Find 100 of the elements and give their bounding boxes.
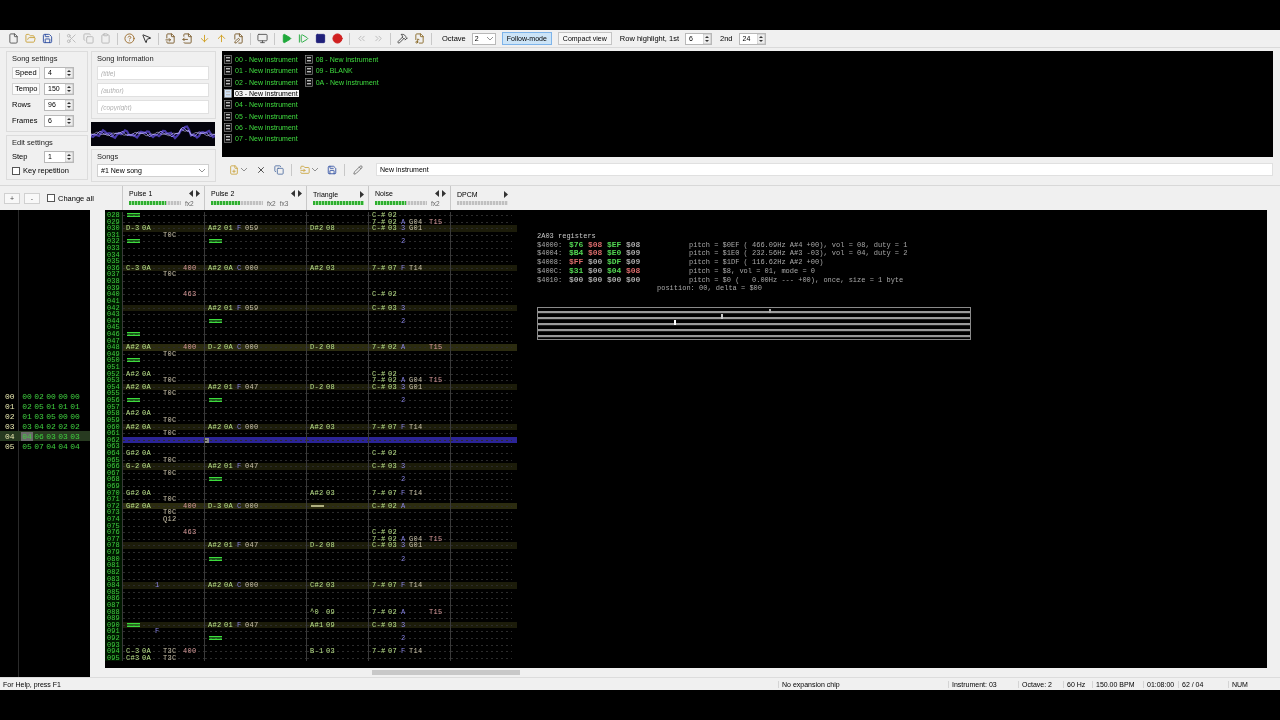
pattern-cell[interactable] [204,416,306,424]
pattern-number[interactable]: 03 [33,411,45,421]
pattern-cell[interactable] [204,615,306,622]
pattern-cell[interactable] [306,231,368,239]
expand-arrows-icon[interactable] [189,189,200,197]
pattern-number[interactable]: 03 [57,431,69,441]
stop-button[interactable] [313,31,328,46]
pattern-cell[interactable] [368,258,450,265]
pattern-cell[interactable] [450,344,512,351]
pattern-number[interactable]: 01 [21,411,33,421]
pattern-cell[interactable] [204,271,306,279]
pattern-cell[interactable] [306,297,368,305]
pattern-cell[interactable] [368,588,450,596]
pattern-cell[interactable] [368,311,450,318]
pattern-cell[interactable] [204,430,306,437]
pattern-cell[interactable] [306,350,368,358]
pattern-cell[interactable] [306,588,368,596]
pattern-cell[interactable] [450,542,512,550]
pattern-number[interactable]: 02 [57,421,69,431]
pattern-cell[interactable] [450,582,512,589]
pattern-cell[interactable] [368,297,450,305]
pattern-cell[interactable] [204,588,306,596]
pattern-number[interactable]: 01 [69,401,81,411]
pattern-cell[interactable] [204,297,306,305]
file-button[interactable] [6,31,21,46]
pattern-cell[interactable] [122,575,204,583]
pattern-cell[interactable] [122,549,204,556]
spin-buttons[interactable] [703,33,711,44]
pattern-cell[interactable] [306,304,368,312]
pattern-cell[interactable] [450,383,512,391]
pattern-cell[interactable] [306,469,368,477]
pattern-cell[interactable] [306,456,368,464]
pattern-number[interactable]: 00 [69,411,81,421]
pattern-number[interactable]: 02 [69,421,81,431]
spin-buttons[interactable] [65,115,73,126]
settings-button[interactable] [395,31,410,46]
pattern-number[interactable]: 00 [45,391,57,401]
pattern-number[interactable]: 00 [57,391,69,401]
pattern-cell[interactable] [204,496,306,503]
pattern-cell[interactable] [450,430,512,437]
pattern-cell[interactable] [122,258,204,265]
pattern-cell[interactable] [368,390,450,398]
pattern-cell[interactable] [368,575,450,583]
pattern-cell[interactable] [306,496,368,503]
spin-buttons[interactable] [65,99,73,110]
pattern-number[interactable]: 05 [45,411,57,421]
pattern-cell[interactable] [122,588,204,596]
pattern-number[interactable]: 07 [33,441,45,451]
pattern-number[interactable]: 00 [57,411,69,421]
spin-buttons[interactable] [65,83,73,94]
pattern-cell[interactable] [450,225,512,232]
pattern-number[interactable]: 01 [45,401,57,411]
pattern-cell[interactable] [368,509,450,517]
pattern-number[interactable]: 00 [69,391,81,401]
pattern-number[interactable]: 02 [21,401,33,411]
pattern-cell[interactable] [204,377,306,384]
pattern-cell[interactable] [306,549,368,556]
pattern-cell[interactable] [306,430,368,437]
pattern-cell[interactable] [122,615,204,622]
pattern-cell[interactable] [306,337,368,345]
pattern-cell[interactable] [306,443,368,450]
pattern-cell[interactable] [122,311,204,318]
pattern-number[interactable]: 04 [69,441,81,451]
pattern-cell[interactable] [204,456,306,464]
pattern-cell[interactable] [368,615,450,622]
pattern-number[interactable]: 03 [69,431,81,441]
expand-arrows-icon[interactable] [435,189,446,197]
file-import-button[interactable] [163,31,178,46]
file-edit-button[interactable] [231,31,246,46]
pattern-cell[interactable] [204,575,306,583]
pattern-cell[interactable] [204,258,306,265]
pattern-cell[interactable] [306,377,368,384]
pattern-cell[interactable] [368,456,450,464]
spin-buttons[interactable] [65,151,73,162]
pattern-cell[interactable] [204,469,306,477]
pattern-cell[interactable] [368,469,450,477]
spin-buttons[interactable] [756,33,765,44]
pattern-cell[interactable] [368,628,450,635]
pattern-cell[interactable] [306,509,368,517]
scrollbar-thumb[interactable] [372,670,520,675]
pattern-cell[interactable] [306,271,368,279]
pattern-cell[interactable] [122,304,204,312]
pattern-cell[interactable] [368,549,450,556]
pattern-cell[interactable] [306,416,368,424]
pattern-number[interactable]: 02 [33,391,45,401]
music-file-button[interactable] [412,31,427,46]
folder-button[interactable] [23,31,38,46]
spin-buttons[interactable] [65,67,73,78]
pattern-cell[interactable] [122,212,204,219]
record-button[interactable] [330,31,345,46]
checkbox[interactable] [12,166,20,175]
pattern-number[interactable]: 03 [21,421,33,431]
pattern-cell[interactable] [122,297,204,305]
pattern-cell[interactable] [450,304,512,312]
edit-button[interactable] [350,162,365,177]
pattern-number[interactable]: 02 [45,421,57,431]
pattern-cell[interactable] [204,390,306,398]
pattern-cell[interactable] [122,535,204,543]
pattern-cell[interactable] [450,423,512,431]
pattern-cell[interactable] [306,535,368,543]
